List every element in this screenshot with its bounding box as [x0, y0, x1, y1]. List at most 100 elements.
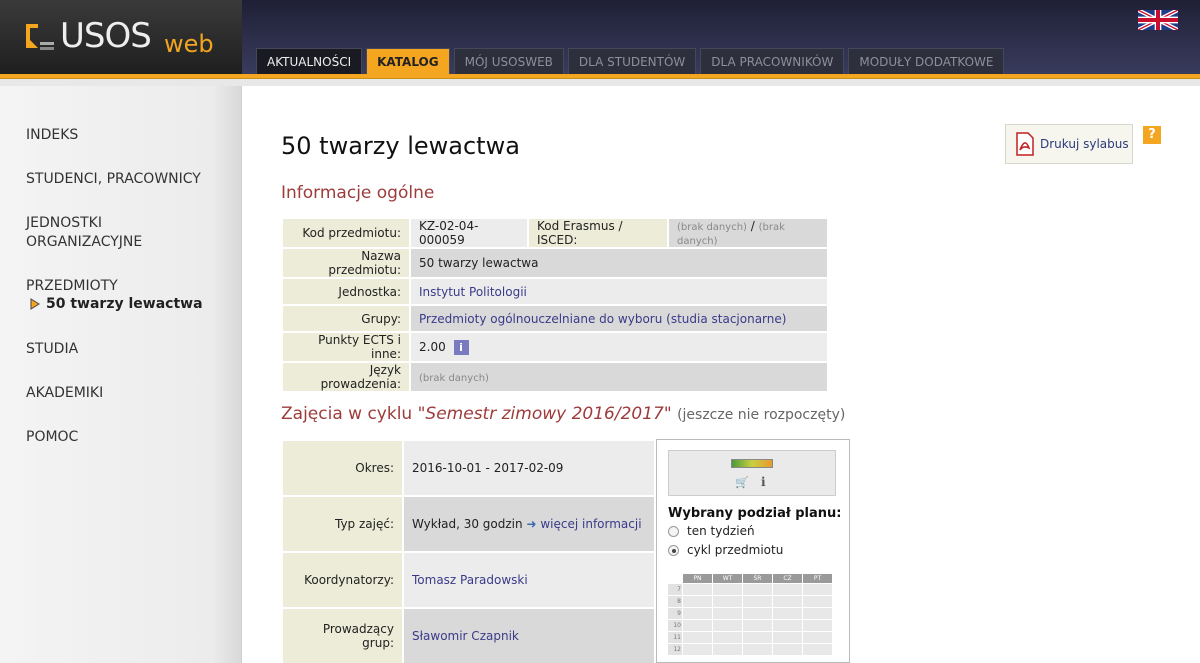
- table-row: Język prowadzenia: (brak danych): [281, 361, 829, 393]
- radio-this-week[interactable]: ten tydzień: [668, 524, 755, 538]
- table-row: Typ zajęć: Wykład, 30 godzin ➜ więcej in…: [281, 495, 656, 553]
- hour-label: 11: [668, 632, 682, 643]
- ects-value: 2.00 i: [409, 331, 829, 363]
- day-header: WT: [713, 574, 742, 583]
- radio-dot-selected[interactable]: [668, 544, 679, 556]
- schedule-days-header: PN WT ŚR CZ PT: [683, 574, 833, 583]
- cycle-table: Okres: 2016-10-01 - 2017-02-09 Typ zajęć…: [281, 439, 656, 663]
- arrow-right-icon: ➜: [526, 517, 537, 531]
- section-title-cycle: Zajęcia w cyklu "Semestr zimowy 2016/201…: [281, 404, 845, 424]
- nazwa-label: Nazwa przedmiotu:: [281, 247, 411, 279]
- sidebar-item-studia[interactable]: STUDIA: [26, 340, 78, 359]
- jezyk-nodata: (brak danych): [419, 373, 489, 384]
- sidebar-current-label: 50 twarzy lewactwa: [46, 296, 203, 312]
- logo-text: USOS: [60, 16, 152, 56]
- table-row: Jednostka: Instytut Politologii: [281, 277, 829, 306]
- radio-dot[interactable]: [668, 525, 679, 537]
- okres-value: 2016-10-01 - 2017-02-09: [402, 439, 656, 497]
- section-title-general: Informacje ogólne: [281, 183, 435, 203]
- radio-course-cycle[interactable]: cykl przedmiotu: [668, 543, 783, 557]
- print-syllabus-label: Drukuj sylabus: [1040, 137, 1129, 151]
- cycle-status: (jeszcze nie rozpoczęty): [677, 407, 846, 423]
- page-title: 50 twarzy lewactwa: [281, 132, 520, 160]
- schedule-toolbar: 🛒 i: [668, 450, 836, 496]
- hour-row: 10: [668, 620, 833, 631]
- table-row: Punkty ECTS i inne: 2.00 i: [281, 331, 829, 363]
- erasmus-value-1: (brak danych): [677, 222, 747, 233]
- pdf-icon: [1016, 132, 1034, 156]
- sidebar-item-pomoc[interactable]: POMOC: [26, 428, 78, 447]
- hour-label: 10: [668, 620, 682, 631]
- occupancy-meter: [731, 459, 773, 468]
- info-icon[interactable]: i: [453, 339, 469, 355]
- typ-value: Wykład, 30 godzin ➜ więcej informacji: [402, 495, 656, 553]
- sidebar-item-jednostki[interactable]: JEDNOSTKI ORGANIZACYJNE: [26, 214, 156, 252]
- prowadzacy-label: Prowadzący grup:: [281, 607, 404, 663]
- sidebar-current-subject[interactable]: 50 twarzy lewactwa: [30, 296, 203, 312]
- tab-aktualnosci[interactable]: AKTUALNOŚCI: [256, 48, 363, 74]
- help-button[interactable]: ?: [1143, 126, 1161, 144]
- cart-icon[interactable]: 🛒: [735, 476, 749, 489]
- subject-info-table: Kod przedmiotu: KZ-02-04-000059 Kod Eras…: [281, 217, 829, 393]
- prowadzacy-link[interactable]: Sławomir Czapnik: [412, 629, 519, 643]
- jednostka-link[interactable]: Instytut Politologii: [419, 285, 527, 299]
- current-arrow-icon: [30, 298, 40, 310]
- jezyk-value: (brak danych): [409, 361, 829, 393]
- tab-dla-pracownikow[interactable]: DLA PRACOWNIKÓW: [700, 48, 845, 74]
- more-info-link[interactable]: więcej informacji: [540, 517, 641, 531]
- cycle-name: "Semestr zimowy 2016/2017": [417, 404, 672, 424]
- header: USOS web AKTUALNOŚCI KATALOG MÓJ USOSWEB…: [0, 0, 1200, 86]
- grupy-value: Przedmioty ogólnouczelniane do wyboru (s…: [409, 304, 829, 333]
- tab-moduly-dodatkowe[interactable]: MODUŁY DODATKOWE: [848, 48, 1005, 74]
- ects-number: 2.00: [419, 339, 446, 354]
- okres-label: Okres:: [281, 439, 404, 497]
- koordynator-link[interactable]: Tomasz Paradowski: [412, 573, 528, 587]
- logo-web-text: web: [164, 30, 214, 58]
- schedule-division-label: Wybrany podział planu:: [668, 506, 842, 521]
- jezyk-label: Język prowadzenia:: [281, 361, 411, 393]
- hour-row: 9: [668, 608, 833, 619]
- hour-row: 7: [668, 584, 833, 595]
- erasmus-value: (brak danych) / (brak danych): [667, 217, 829, 249]
- print-syllabus-button[interactable]: Drukuj sylabus: [1005, 124, 1133, 164]
- hour-label: 8: [668, 596, 682, 607]
- tab-dla-studentow[interactable]: DLA STUDENTÓW: [567, 48, 697, 74]
- kod-label: Kod przedmiotu:: [281, 217, 411, 249]
- sidebar-item-studenci[interactable]: STUDENCI, PRACOWNICY: [26, 170, 201, 189]
- usos-logo-icon: [26, 24, 54, 50]
- main-tabs: AKTUALNOŚCI KATALOG MÓJ USOSWEB DLA STUD…: [256, 48, 1005, 74]
- uk-flag-icon[interactable]: [1138, 10, 1178, 30]
- schedule-panel: 🛒 i Wybrany podział planu: ten tydzień c…: [656, 439, 850, 663]
- erasmus-label: Kod Erasmus / ISCED:: [527, 217, 669, 249]
- kod-value: KZ-02-04-000059: [409, 217, 529, 249]
- koordynatorzy-label: Koordynatorzy:: [281, 551, 404, 609]
- prowadzacy-value: Sławomir Czapnik: [402, 607, 656, 663]
- table-row: Kod przedmiotu: KZ-02-04-000059 Kod Eras…: [281, 217, 829, 249]
- day-header: CZ: [773, 574, 802, 583]
- sidebar-item-przedmioty[interactable]: PRZEDMIOTY: [26, 277, 118, 296]
- table-row: Grupy: Przedmioty ogólnouczelniane do wy…: [281, 304, 829, 333]
- tab-moj-usosweb[interactable]: MÓJ USOSWEB: [453, 48, 564, 74]
- logo[interactable]: USOS web: [0, 0, 242, 76]
- day-header: PN: [683, 574, 712, 583]
- erasmus-separator: /: [750, 219, 755, 233]
- koordynatorzy-value: Tomasz Paradowski: [402, 551, 656, 609]
- grupy-label: Grupy:: [281, 304, 411, 333]
- grupy-link[interactable]: Przedmioty ogólnouczelniane do wyboru (s…: [419, 312, 786, 326]
- tab-katalog[interactable]: KATALOG: [366, 48, 450, 74]
- typ-text: Wykład, 30 godzin: [412, 517, 523, 531]
- ects-label: Punkty ECTS i inne:: [281, 331, 411, 363]
- hour-row: 11: [668, 632, 833, 643]
- sidebar-item-indeks[interactable]: INDEKS: [26, 126, 78, 145]
- table-row: Okres: 2016-10-01 - 2017-02-09: [281, 439, 656, 497]
- info-icon[interactable]: i: [761, 475, 766, 489]
- schedule-grid[interactable]: PN WT ŚR CZ PT 7 8 9 10 11 12: [668, 574, 833, 655]
- typ-label: Typ zajęć:: [281, 495, 404, 553]
- sidebar: INDEKS STUDENCI, PRACOWNICY JEDNOSTKI OR…: [0, 86, 242, 663]
- sidebar-item-akademiki[interactable]: AKADEMIKI: [26, 384, 103, 403]
- cycle-prefix: Zajęcia w cyklu: [281, 404, 413, 424]
- hour-row: 8: [668, 596, 833, 607]
- radio-course-cycle-label: cykl przedmiotu: [687, 543, 784, 557]
- nazwa-value: 50 twarzy lewactwa: [409, 247, 829, 279]
- hour-label: 9: [668, 608, 682, 619]
